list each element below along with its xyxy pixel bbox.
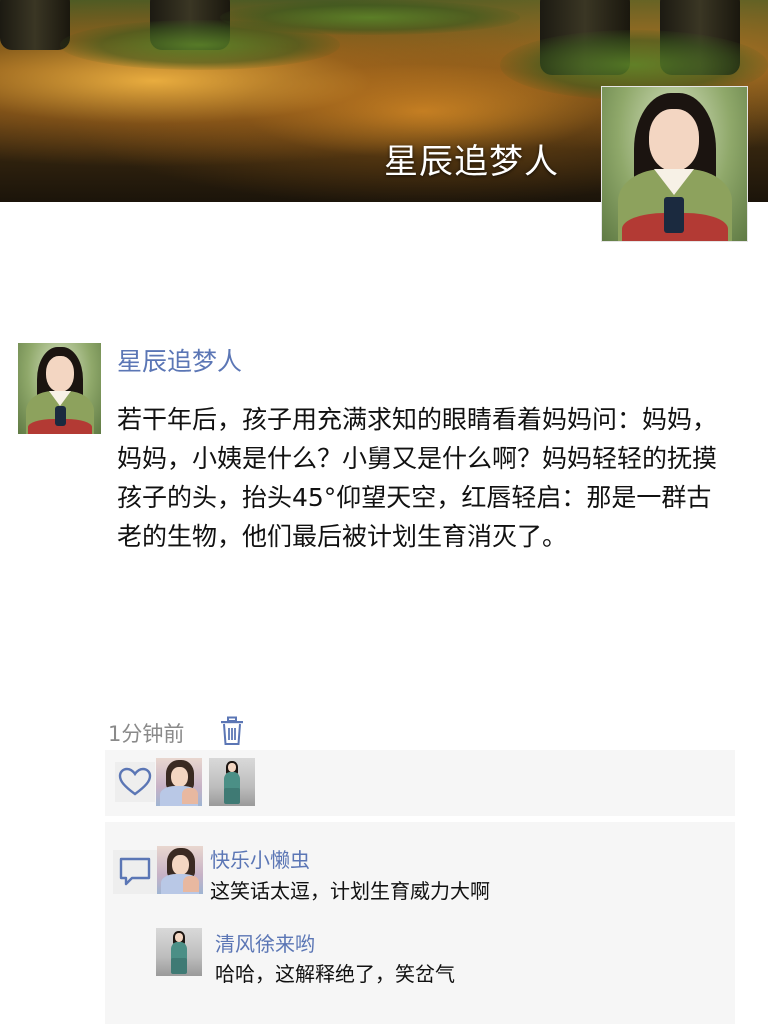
comment-bubble-icon[interactable]	[113, 850, 157, 894]
woman-portrait-icon	[18, 343, 101, 434]
trash-icon[interactable]	[219, 716, 245, 746]
heart-icon-graphic	[118, 767, 152, 796]
comment-bubble-graphic	[119, 857, 151, 886]
post-author-name[interactable]: 星辰追梦人	[117, 342, 242, 378]
girl-portrait-icon	[157, 846, 203, 894]
comment-username[interactable]: 清风徐来哟	[215, 928, 315, 957]
liker-avatar[interactable]	[156, 758, 202, 806]
trash-icon-graphic	[221, 716, 243, 745]
comment-text: 哈哈，这解释绝了，笑岔气	[215, 962, 455, 986]
commenter-avatar[interactable]	[156, 928, 202, 976]
woman-portrait-icon	[602, 87, 747, 241]
woman-standing-icon	[209, 758, 255, 806]
comment-text: 这笑话太逗，计划生育威力大啊	[210, 879, 490, 903]
post-timestamp: 1分钟前	[108, 722, 185, 746]
girl-portrait-icon	[156, 758, 202, 806]
likes-panel	[105, 750, 735, 816]
woman-standing-icon	[156, 928, 202, 976]
cover-username: 星辰追梦人	[384, 142, 559, 182]
profile-avatar[interactable]	[601, 86, 748, 242]
post-content: 若干年后，孩子用充满求知的眼睛看着妈妈问：妈妈，妈妈，小姨是什么？小舅又是什么啊…	[117, 405, 718, 551]
moss-patch	[220, 0, 520, 35]
comments-panel: 快乐小懒虫 这笑话太逗，计划生育威力大啊 清风徐来哟 哈哈，这解释绝了，笑岔气	[105, 822, 735, 1024]
liker-avatar[interactable]	[209, 758, 255, 806]
post-author-avatar[interactable]	[18, 343, 101, 434]
heart-icon[interactable]	[115, 762, 155, 802]
commenter-avatar[interactable]	[157, 846, 203, 894]
comment-username[interactable]: 快乐小懒虫	[210, 844, 310, 873]
